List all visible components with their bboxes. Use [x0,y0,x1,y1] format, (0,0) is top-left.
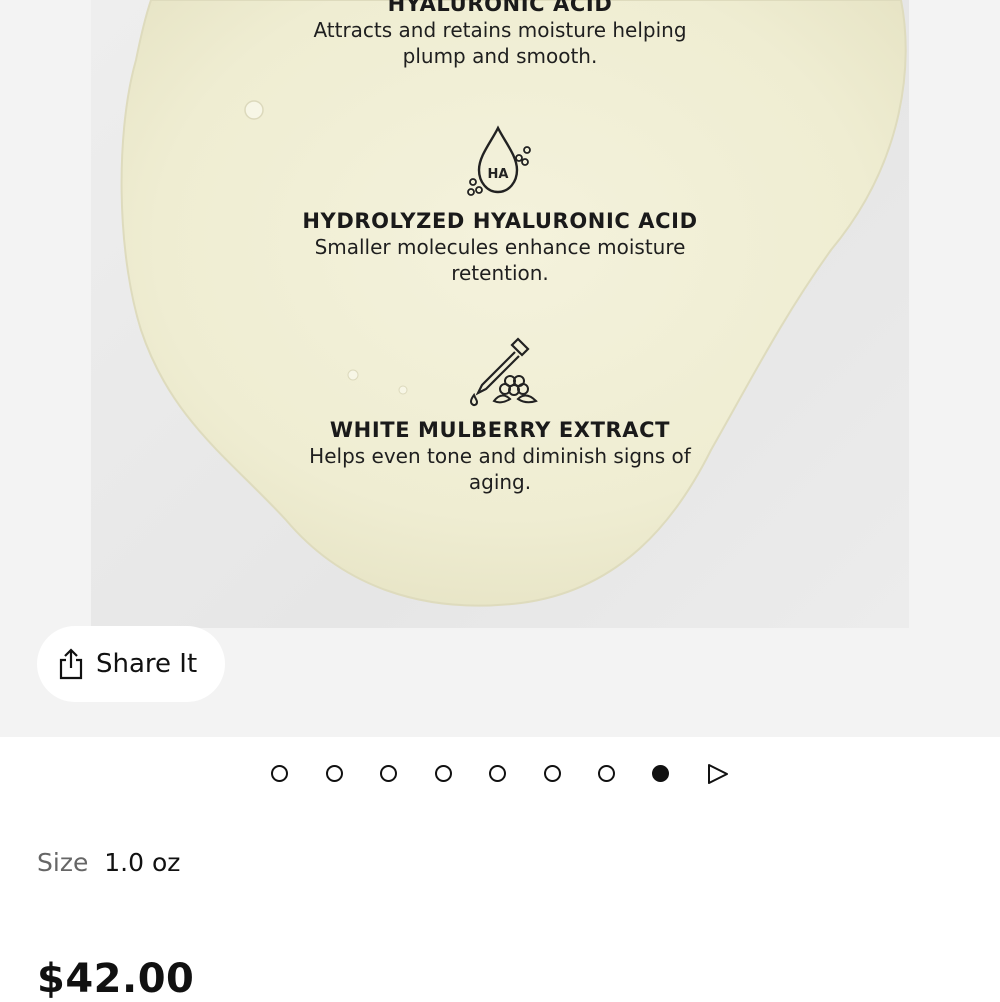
product-gallery: HYALURONIC ACID Attracts and retains moi… [0,0,1000,737]
ingredient-white-mulberry-extract: WHITE MULBERRY EXTRACT Helps even tone a… [91,335,909,495]
pagination-dot[interactable] [271,765,288,782]
pagination-dot[interactable] [380,765,397,782]
droplet-ha-icon: HA [467,125,531,196]
product-price: $42.00 [37,956,195,1002]
ingredient-title: HYALURONIC ACID [387,0,613,16]
product-image[interactable]: HYALURONIC ACID Attracts and retains moi… [91,0,909,628]
ingredient-title: WHITE MULBERRY EXTRACT [329,418,671,442]
size-row: Size 1.0 oz [37,848,180,877]
ingredient-description: Attracts and retains moisture helping pl… [313,18,687,68]
pagination-dot[interactable] [489,765,506,782]
next-arrow-icon[interactable] [706,763,730,785]
ingredient-title: HYDROLYZED HYALURONIC ACID [302,209,698,233]
pagination-dot[interactable] [326,765,343,782]
pagination-dot[interactable] [598,765,615,782]
share-icon [59,648,83,680]
serum-blob-illustration [120,0,907,607]
ingredient-hyaluronic-acid: HYALURONIC ACID Attracts and retains moi… [91,0,909,69]
pagination-dot[interactable] [435,765,452,782]
pagination-dot-active[interactable] [652,765,669,782]
ingredient-description: Helps even tone and diminish signs of ag… [309,444,691,494]
share-label: Share It [96,649,198,679]
dropper-berry-icon [469,337,538,407]
image-pagination [0,760,1000,788]
ingredient-description: Smaller molecules enhance moisture reten… [314,235,686,285]
size-label: Size [37,848,89,877]
pagination-dot[interactable] [544,765,561,782]
ha-icon-text: HA [488,167,509,182]
size-value: 1.0 oz [104,848,181,877]
ingredient-hydrolyzed-hyaluronic-acid: HA HYDROLYZED HYALURONIC ACID Smaller mo… [91,124,909,286]
share-button[interactable]: Share It [37,626,225,702]
